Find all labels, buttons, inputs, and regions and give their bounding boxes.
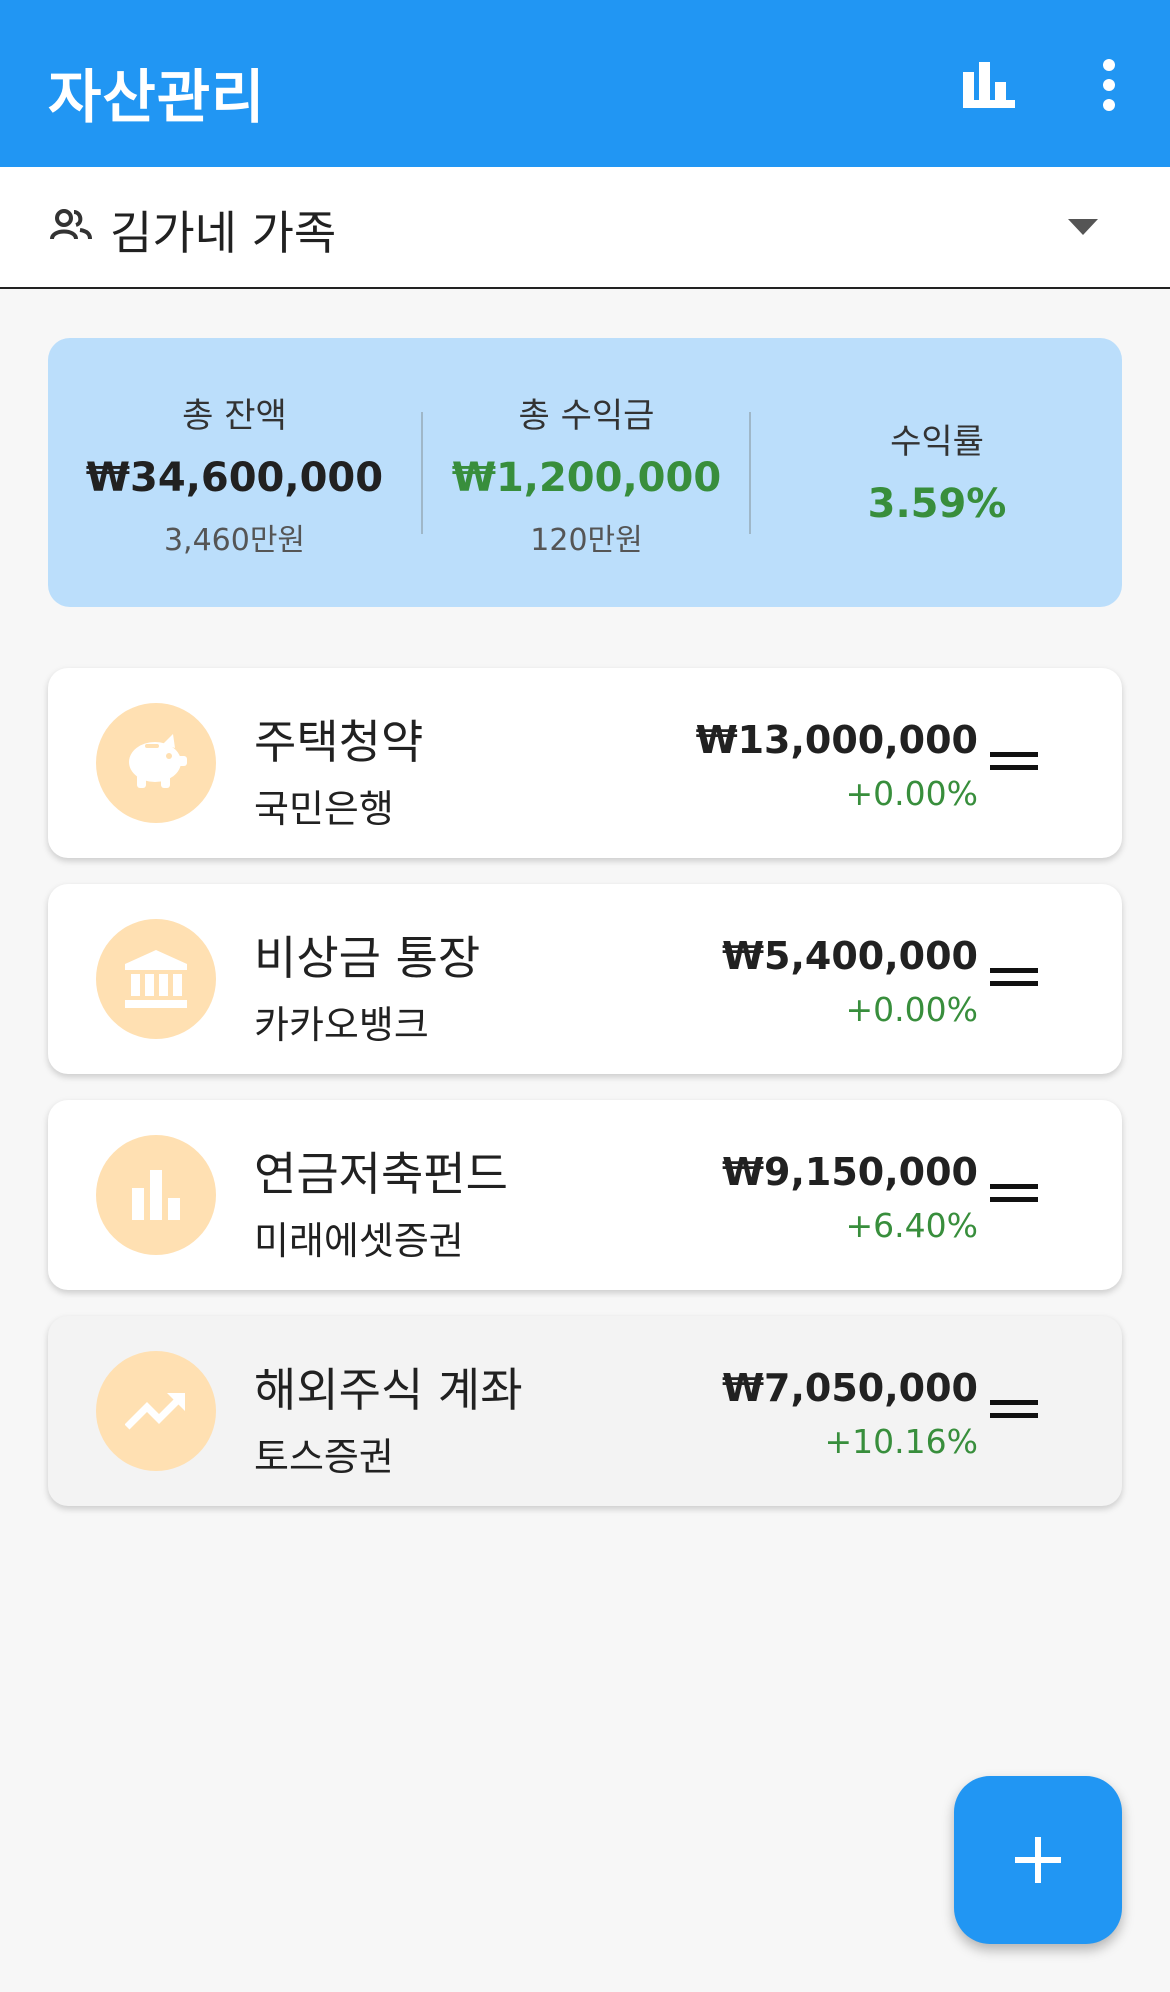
account-card[interactable]: 주택청약 국민은행 ₩13,000,000 +0.00%	[48, 668, 1122, 858]
account-name: 연금저축펀드	[254, 1147, 508, 1201]
summary-card: 총 잔액 ₩34,600,000 3,460만원 총 수익금 ₩1,200,00…	[48, 338, 1122, 607]
account-card[interactable]: 비상금 통장 카카오뱅크 ₩5,400,000 +0.00%	[48, 884, 1122, 1074]
add-icon	[1015, 1837, 1061, 1883]
account-bank: 국민은행	[254, 787, 394, 831]
app-bar: 자산관리	[0, 0, 1170, 167]
account-name: 주택청약	[254, 715, 424, 769]
drag-handle-icon[interactable]	[990, 752, 1038, 772]
app-root: 자산관리 김가네 가족 총 잔액 ₩34,600,000 3,460만원 총 수…	[0, 0, 1170, 1992]
total-profit: 총 수익금 ₩1,200,000 120만원	[423, 338, 750, 607]
account-rate: +10.16%	[824, 1422, 978, 1461]
account-name: 해외주식 계좌	[254, 1363, 523, 1417]
total-profit-label: 총 수익금	[518, 396, 655, 436]
total-balance: 총 잔액 ₩34,600,000 3,460만원	[48, 338, 421, 607]
drag-handle-icon[interactable]	[990, 1184, 1038, 1204]
app-title: 자산관리	[48, 63, 266, 131]
account-bank: 카카오뱅크	[254, 1003, 429, 1047]
trending-up-icon	[125, 1393, 185, 1430]
account-amount: ₩9,150,000	[722, 1150, 978, 1194]
bar-chart-icon	[963, 62, 1015, 108]
account-bank: 토스증권	[254, 1435, 394, 1479]
return-rate: 수익률 3.59%	[752, 338, 1122, 607]
more-options-button[interactable]	[1064, 40, 1154, 130]
piggy-bank-icon	[129, 734, 187, 788]
add-account-button[interactable]	[954, 1776, 1122, 1944]
account-name: 비상금 통장	[254, 931, 481, 985]
account-rate: +0.00%	[845, 990, 978, 1029]
drag-handle-icon[interactable]	[990, 968, 1038, 988]
account-bank: 미래에셋증권	[254, 1219, 464, 1263]
bar-chart-icon	[132, 1170, 180, 1220]
account-card[interactable]: 연금저축펀드 미래에셋증권 ₩9,150,000 +6.40%	[48, 1100, 1122, 1290]
total-profit-sub: 120만원	[530, 523, 643, 558]
divider	[749, 412, 751, 534]
account-amount: ₩13,000,000	[695, 718, 978, 762]
account-rate: +0.00%	[845, 774, 978, 813]
return-rate-value: 3.59%	[867, 481, 1007, 527]
total-profit-value: ₩1,200,000	[451, 455, 722, 501]
more-vert-icon	[1103, 59, 1115, 111]
account-rate: +6.40%	[845, 1206, 978, 1245]
people-icon	[50, 209, 92, 240]
stats-button[interactable]	[944, 40, 1034, 130]
drag-handle-icon[interactable]	[990, 1400, 1038, 1420]
account-avatar	[96, 1351, 216, 1471]
account-avatar	[96, 1135, 216, 1255]
account-avatar	[96, 703, 216, 823]
account-amount: ₩7,050,000	[722, 1366, 978, 1410]
return-rate-label: 수익률	[890, 422, 984, 462]
arrow-drop-down-icon[interactable]	[1068, 219, 1098, 235]
total-balance-value: ₩34,600,000	[85, 455, 384, 501]
total-balance-label: 총 잔액	[182, 396, 287, 436]
account-amount: ₩5,400,000	[722, 934, 978, 978]
group-name: 김가네 가족	[110, 206, 337, 260]
total-balance-sub: 3,460만원	[163, 523, 306, 558]
bank-icon	[125, 950, 187, 1008]
group-selector[interactable]: 김가네 가족	[0, 167, 1170, 289]
account-card[interactable]: 해외주식 계좌 토스증권 ₩7,050,000 +10.16%	[48, 1316, 1122, 1506]
account-avatar	[96, 919, 216, 1039]
